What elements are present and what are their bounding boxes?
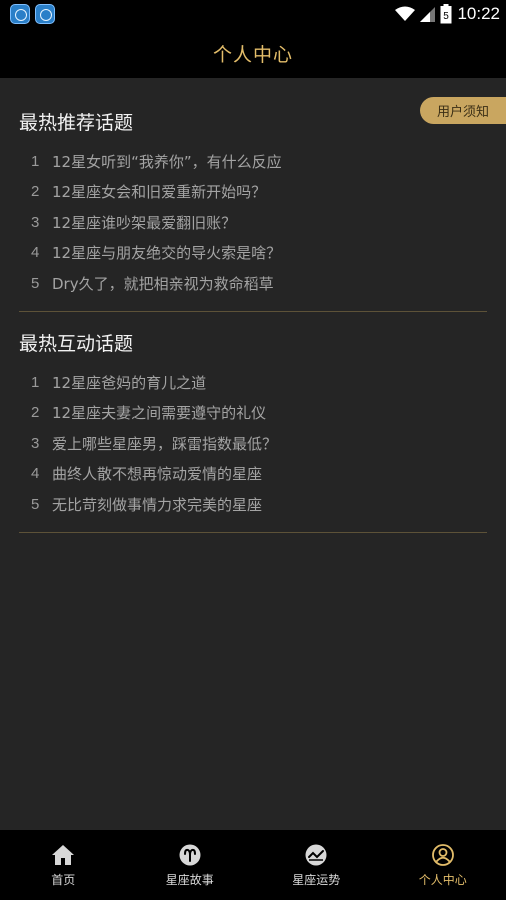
topic-item[interactable]: 5 无比苛刻做事情力求完美的星座	[19, 489, 487, 520]
tab-stories[interactable]: 星座故事	[127, 830, 254, 900]
tab-horoscope[interactable]: 星座运势	[253, 830, 380, 900]
topic-item[interactable]: 3 12星座谁吵架最爱翻旧账？	[19, 207, 487, 238]
topic-item[interactable]: 5 Dry久了，就把相亲视为救命稻草	[19, 268, 487, 299]
topic-text: 12星座与朋友绝交的导火索是啥？	[52, 244, 282, 263]
tab-home[interactable]: 首页	[0, 830, 127, 900]
bottom-tab-bar: 首页 星座故事 星座运势 个人中心	[0, 830, 506, 900]
notification-app-icon	[35, 4, 55, 24]
battery-level: 5	[444, 11, 450, 22]
topic-text: Dry久了，就把相亲视为救命稻草	[52, 274, 274, 293]
topic-number: 3	[31, 434, 40, 452]
topic-item[interactable]: 4 12星座与朋友绝交的导火索是啥？	[19, 238, 487, 269]
notification-app-icon	[10, 4, 30, 24]
section-divider	[19, 310, 487, 312]
topic-text: 12星座夫妻之间需要遵守的礼仪	[52, 404, 267, 423]
topic-item[interactable]: 4 曲终人散不想再惊动爱情的星座	[19, 459, 487, 490]
topic-text: 无比苛刻做事情力求完美的星座	[52, 495, 263, 514]
user-icon	[431, 843, 454, 866]
battery-icon: 5	[440, 4, 452, 24]
hot-interactive-section: 最热互动话题 1 12星座爸妈的育儿之道 2 12星座夫妻之间需要遵守的礼仪 3…	[19, 329, 487, 533]
topic-item[interactable]: 1 12星座爸妈的育儿之道	[19, 367, 487, 398]
title-bar: 个人中心	[0, 28, 506, 78]
page-title: 个人中心	[212, 43, 293, 66]
topic-text: 12星座女会和旧爱重新开始吗？	[52, 183, 267, 202]
content-area: 用户须知 最热推荐话题 1 12星女听到“我养你”，有什么反应 2 12星座女会…	[0, 78, 506, 830]
topic-number: 3	[31, 213, 40, 231]
tab-label: 首页	[51, 872, 76, 887]
topic-text: 12星座爸妈的育儿之道	[52, 373, 207, 392]
topic-number: 5	[31, 274, 40, 292]
topic-number: 2	[31, 404, 40, 422]
topic-item[interactable]: 2 12星座夫妻之间需要遵守的礼仪	[19, 398, 487, 429]
topic-item[interactable]: 1 12星女听到“我养你”，有什么反应	[19, 146, 487, 177]
topic-item[interactable]: 3 爱上哪些星座男，踩雷指数最低？	[19, 428, 487, 459]
home-icon	[52, 844, 75, 865]
topic-number: 1	[31, 373, 40, 391]
hot-recommended-section: 最热推荐话题 1 12星女听到“我养你”，有什么反应 2 12星座女会和旧爱重新…	[19, 108, 487, 312]
status-time: 10:22	[457, 4, 500, 23]
tab-profile[interactable]: 个人中心	[380, 830, 506, 900]
hot-recommended-list: 1 12星女听到“我养你”，有什么反应 2 12星座女会和旧爱重新开始吗？ 3 …	[19, 146, 487, 299]
topic-text: 12星座谁吵架最爱翻旧账？	[52, 213, 237, 232]
hot-interactive-list: 1 12星座爸妈的育儿之道 2 12星座夫妻之间需要遵守的礼仪 3 爱上哪些星座…	[19, 367, 487, 520]
tab-label: 星座故事	[165, 872, 214, 887]
topic-text: 12星女听到“我养你”，有什么反应	[52, 152, 282, 171]
topic-text: 曲终人散不想再惊动爱情的星座	[52, 465, 263, 484]
topic-item[interactable]: 2 12星座女会和旧爱重新开始吗？	[19, 177, 487, 208]
topic-number: 2	[31, 183, 40, 201]
section-title: 最热推荐话题	[19, 112, 134, 134]
aries-icon	[179, 844, 201, 865]
tab-label: 星座运势	[292, 872, 341, 887]
trend-icon	[305, 844, 327, 865]
topic-number: 4	[31, 244, 40, 262]
topic-number: 4	[31, 465, 40, 483]
tab-label: 个人中心	[418, 872, 467, 887]
status-bar: 5 10:22	[0, 0, 506, 28]
status-indicators: 5 10:22	[395, 3, 500, 25]
signal-icon	[420, 7, 436, 22]
topic-number: 1	[31, 152, 40, 170]
topic-text: 爱上哪些星座男，踩雷指数最低？	[52, 434, 278, 453]
section-divider	[19, 531, 487, 533]
wifi-icon	[395, 6, 416, 21]
topic-number: 5	[31, 495, 40, 513]
section-title: 最热互动话题	[19, 333, 134, 355]
